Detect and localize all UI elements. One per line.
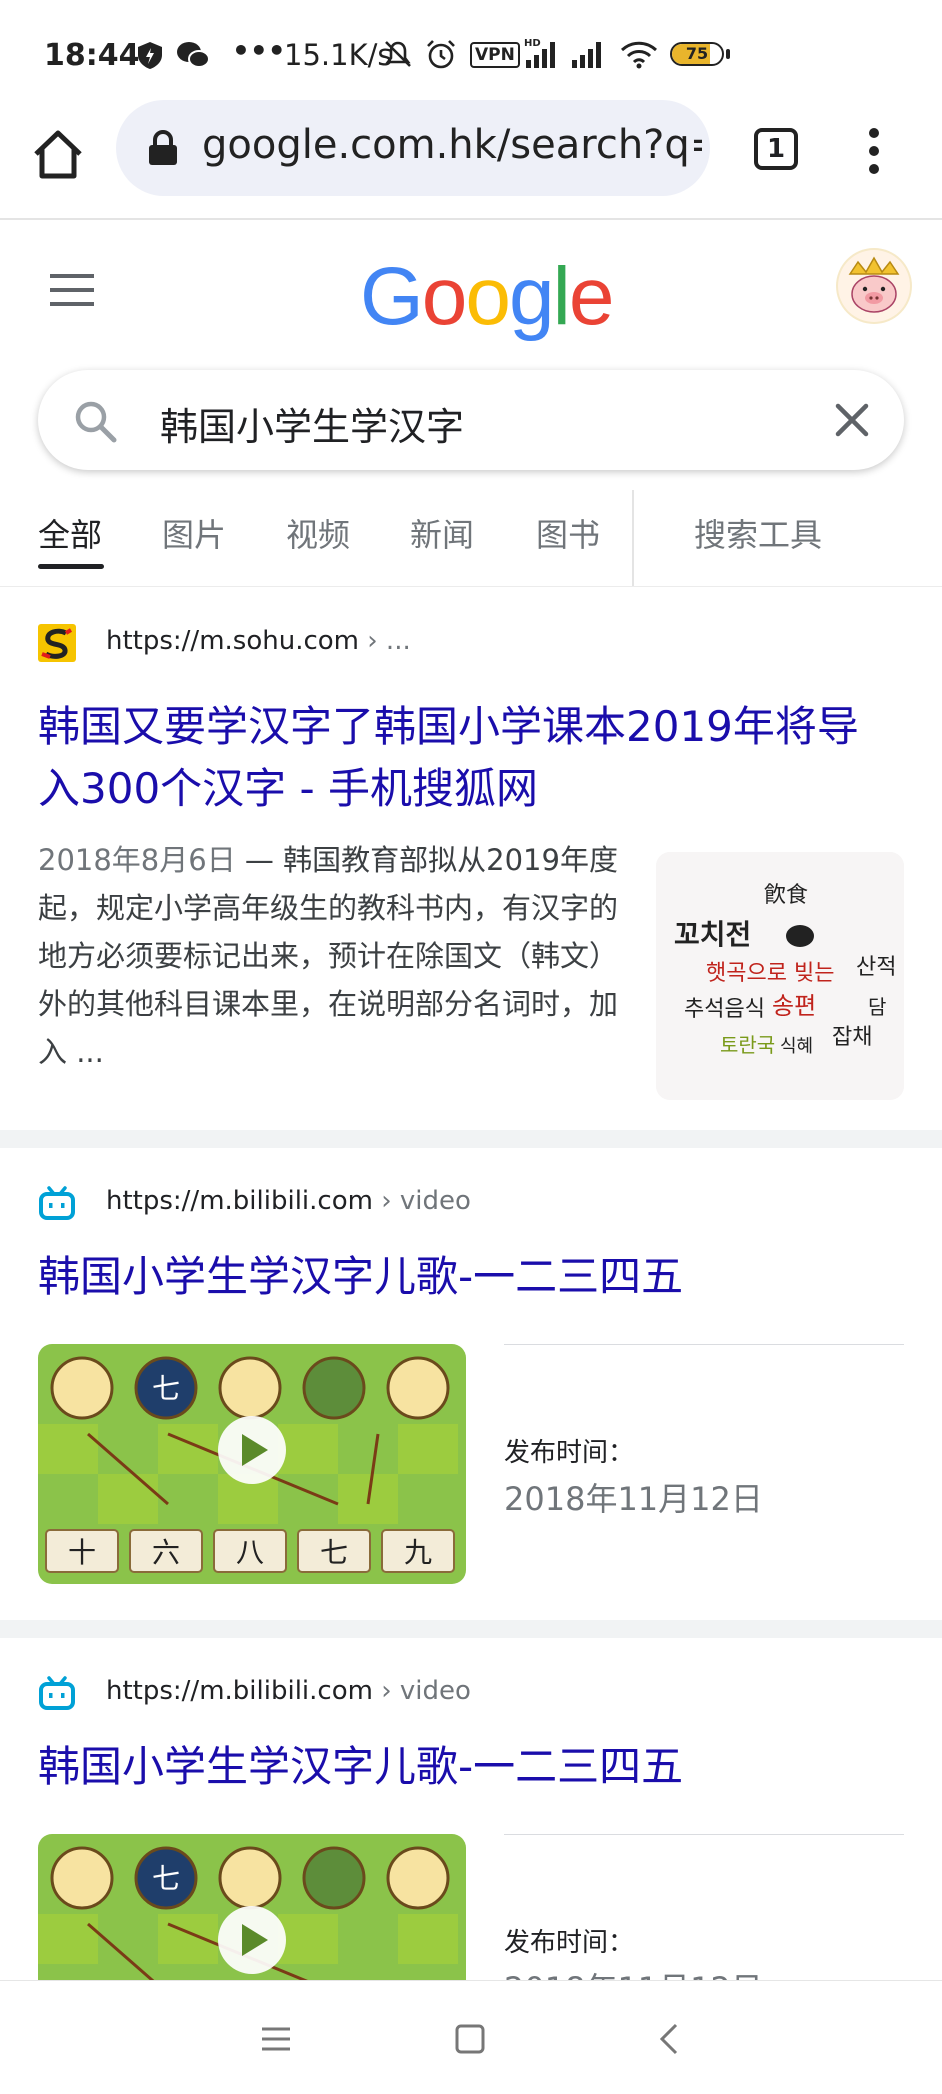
- vpn-badge: VPN: [470, 42, 520, 68]
- publish-date: 2018年11月12日: [504, 1480, 763, 1518]
- result-body: 2018年8月6日 — 韩国教育部拟从2019年度起，规定小学高年级生的教科书内…: [0, 836, 942, 1100]
- tab-news[interactable]: 新闻: [410, 510, 474, 556]
- system-nav-bar: [0, 1980, 942, 2094]
- result-url: https://m.bilibili.com › video: [106, 1186, 471, 1216]
- shield-icon: [138, 42, 162, 69]
- result-date: 2018年8月6日: [38, 843, 236, 877]
- result-title-link[interactable]: 韩国小学生学汉字儿歌-一二三四五: [38, 1246, 898, 1308]
- active-tab-indicator: [38, 564, 104, 569]
- status-bar: 18:44 ••• 15.1K/s VPN HD 75: [0, 0, 942, 100]
- svg-text:잡채: 잡채: [832, 1025, 872, 1050]
- search-icon[interactable]: [72, 398, 118, 444]
- search-result-sohu: https://m.sohu.com › ... 韩国又要学汉字了韩国小学课本2…: [0, 600, 942, 1126]
- svg-text:토란국: 토란국: [720, 1033, 775, 1057]
- publish-label: 发布时间：: [504, 1438, 635, 1468]
- svg-text:七: 七: [152, 1862, 180, 1895]
- svg-text:식혜: 식혜: [780, 1036, 813, 1057]
- bilibili-favicon-icon: [39, 1186, 75, 1220]
- browser-toolbar: google.com.hk/search?q= 1: [0, 100, 942, 220]
- video-thumbnail[interactable]: 七: [38, 1834, 466, 1980]
- result-url: https://m.bilibili.com › video: [106, 1676, 471, 1706]
- tabs-divider: [632, 490, 634, 586]
- clear-search-icon[interactable]: [832, 400, 872, 440]
- more-menu-icon[interactable]: [864, 126, 884, 176]
- lock-icon: [149, 130, 177, 165]
- address-bar[interactable]: google.com.hk/search?q=: [116, 100, 710, 196]
- sohu-favicon-icon: [38, 624, 76, 662]
- home-nav-icon[interactable]: [450, 2019, 490, 2059]
- tab-switcher-button[interactable]: 1: [754, 128, 798, 170]
- url-text[interactable]: google.com.hk/search?q=: [202, 122, 702, 168]
- mute-bell-icon: [385, 41, 411, 67]
- bilibili-favicon-icon: [39, 1676, 75, 1710]
- divider: [504, 1344, 904, 1345]
- svg-text:담: 담: [868, 995, 886, 1019]
- svg-text:추석음식: 추석음식: [684, 997, 765, 1022]
- search-input[interactable]: 韩国小学生学汉字: [160, 396, 464, 451]
- result-snippet: 2018年8月6日 — 韩国教育部拟从2019年度起，规定小学高年级生的教科书内…: [38, 836, 618, 1076]
- result-thumbnail[interactable]: 飮食 꼬치전 햇곡으로 빚는 산적 추석음식 송편 담 토란국 식혜 잡채: [656, 852, 904, 1100]
- tab-images[interactable]: 图片: [162, 510, 226, 556]
- google-header: Google: [0, 220, 942, 360]
- logo-letter: g: [509, 251, 555, 342]
- tab-books[interactable]: 图书: [536, 510, 600, 556]
- svg-text:飮食: 飮食: [764, 883, 808, 908]
- wechat-icon: [177, 42, 210, 68]
- battery-level: 75: [685, 44, 709, 63]
- tab-search-tools[interactable]: 搜索工具: [694, 510, 822, 556]
- logo-letter: o: [421, 251, 468, 342]
- home-icon[interactable]: [28, 124, 88, 184]
- svg-text:산적: 산적: [856, 955, 896, 980]
- back-nav-icon[interactable]: [650, 2019, 690, 2059]
- search-box[interactable]: 韩国小学生学汉字: [38, 370, 904, 470]
- status-more-dots: •••: [232, 34, 286, 67]
- signal-icon: [572, 42, 601, 68]
- status-time: 18:44: [44, 38, 140, 73]
- divider: [504, 1834, 904, 1835]
- logo-letter: G: [360, 251, 424, 342]
- logo-letter: o: [465, 251, 511, 342]
- battery-indicator: 75: [670, 42, 724, 66]
- svg-text:HD: HD: [524, 38, 541, 49]
- result-title-link[interactable]: 韩国又要学汉字了韩国小学课本2019年将导入300个汉字 - 手机搜狐网: [38, 696, 898, 820]
- publish-date: 2018年11月12日: [504, 1964, 763, 1980]
- publish-label: 发布时间：: [504, 1928, 635, 1958]
- result-separator: [0, 1620, 942, 1638]
- character-tile-label: 六: [152, 1536, 180, 1569]
- svg-text:꼬치전: 꼬치전: [674, 918, 751, 951]
- tab-all[interactable]: 全部: [38, 510, 102, 556]
- hd-signal-icon: HD: [524, 38, 555, 68]
- alarm-icon: [427, 40, 455, 69]
- search-tabs: 全部 图片 视频 新闻 图书 搜索工具: [0, 490, 942, 587]
- avatar[interactable]: [836, 248, 912, 324]
- video-thumbnail-image: 七: [38, 1834, 466, 1980]
- google-logo[interactable]: Google: [360, 250, 615, 344]
- video-thumbnail-image: 七 十六八七九: [38, 1344, 466, 1584]
- character-tile-label: 八: [236, 1536, 264, 1569]
- menu-nav-icon[interactable]: [256, 2019, 296, 2059]
- wifi-icon: [620, 41, 658, 69]
- logo-letter: e: [568, 251, 615, 342]
- character-tile-label: 十: [68, 1536, 96, 1569]
- tab-videos[interactable]: 视频: [286, 510, 350, 556]
- video-thumbnail[interactable]: 七 十六八七九: [38, 1344, 466, 1584]
- search-result-bilibili-2: https://m.bilibili.com › video 韩国小学生学汉字儿…: [0, 1638, 942, 1980]
- result-url: https://m.sohu.com › ...: [106, 626, 411, 656]
- result-title-link[interactable]: 韩国小学生学汉字儿歌-一二三四五: [38, 1736, 898, 1798]
- svg-text:七: 七: [152, 1372, 180, 1405]
- svg-text:햇곡으로 빚는: 햇곡으로 빚는: [706, 961, 834, 986]
- svg-text:송편: 송편: [772, 992, 816, 1020]
- hamburger-menu-icon[interactable]: [48, 270, 96, 310]
- character-tile-label: 九: [404, 1536, 432, 1569]
- character-tile-label: 七: [320, 1536, 348, 1569]
- result-separator: [0, 1130, 942, 1148]
- logo-letter: l: [552, 251, 571, 342]
- network-speed: 15.1K/s: [284, 38, 393, 72]
- search-result-bilibili-1: https://m.bilibili.com › video 韩国小学生学汉字儿…: [0, 1148, 942, 1618]
